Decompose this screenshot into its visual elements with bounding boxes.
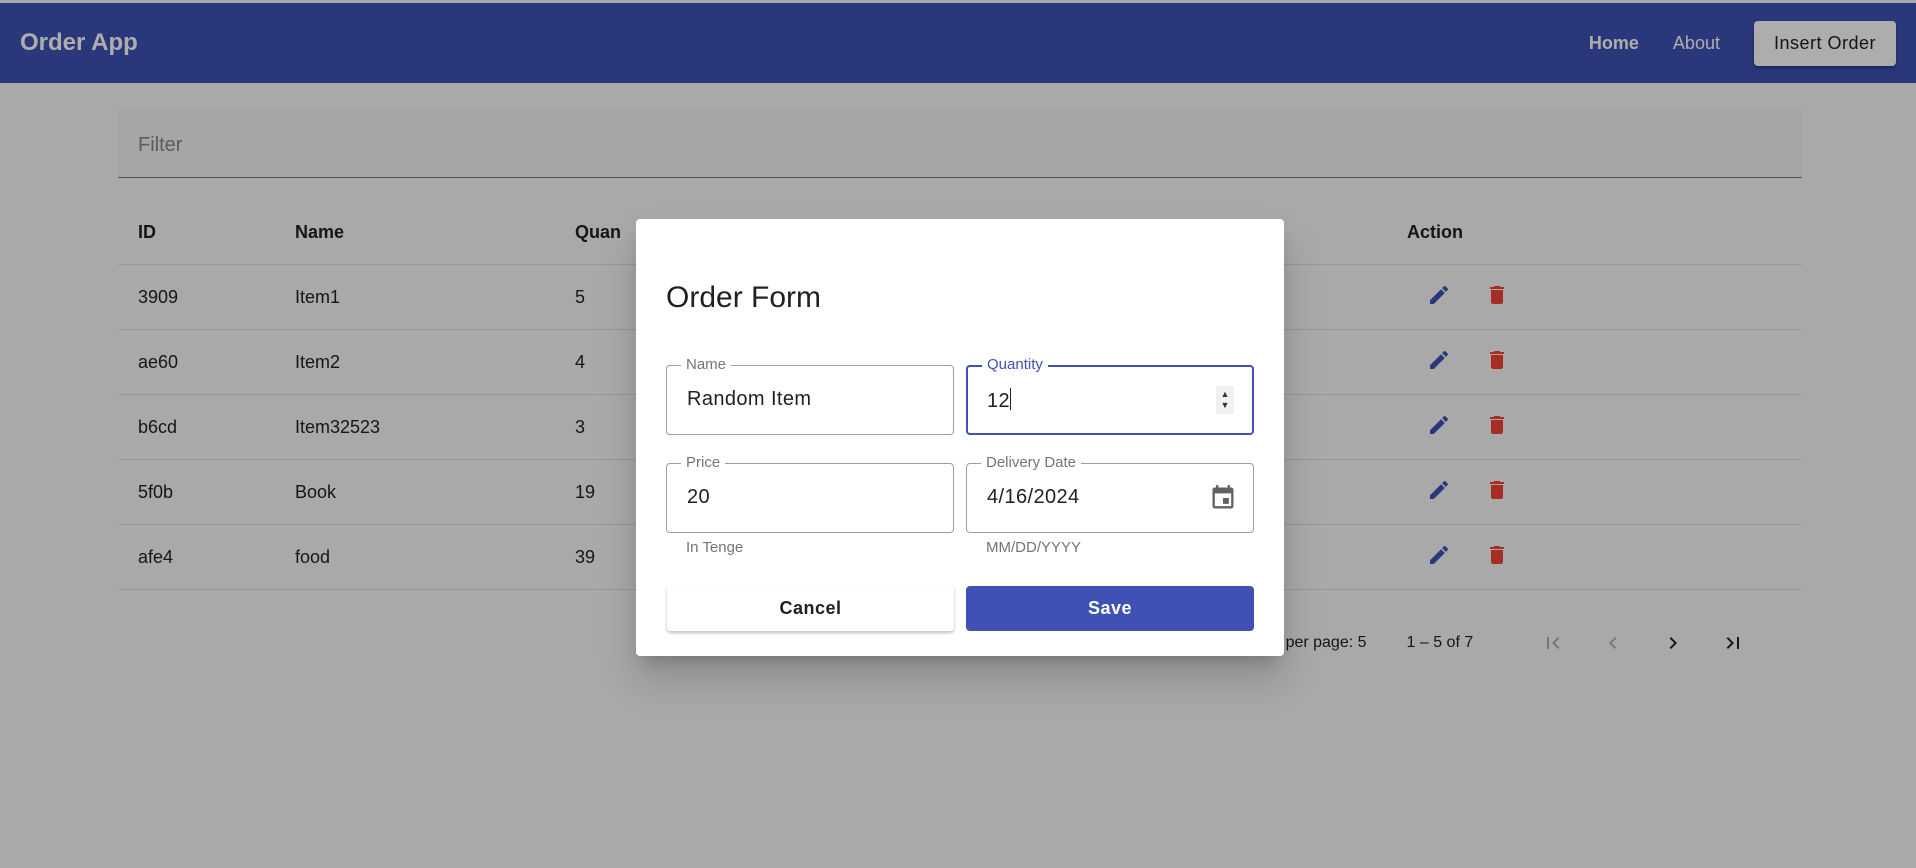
quantity-stepper[interactable]: ▲ ▼: [1216, 386, 1234, 414]
order-form-dialog: Order Form Name Random Item Quantity 12 …: [636, 219, 1284, 656]
quantity-field-label: Quantity: [982, 356, 1048, 374]
price-field-value: 20: [687, 486, 711, 508]
price-field[interactable]: Price 20: [666, 454, 954, 533]
delivery-date-field-value: 4/16/2024: [987, 486, 1080, 508]
name-field-value: Random Item: [687, 388, 812, 410]
delivery-date-hint: MM/DD/YYYY: [986, 539, 1082, 556]
dialog-title: Order Form: [666, 281, 822, 314]
delivery-date-field[interactable]: Delivery Date 4/16/2024: [966, 454, 1254, 533]
stepper-up-icon[interactable]: ▲: [1221, 389, 1230, 400]
name-field[interactable]: Name Random Item: [666, 356, 954, 435]
delivery-date-field-label: Delivery Date: [981, 454, 1082, 472]
text-caret: [1010, 388, 1012, 410]
calendar-icon[interactable]: [1209, 484, 1237, 517]
price-field-label: Price: [681, 454, 726, 472]
quantity-field-value: 12: [987, 390, 1011, 412]
cancel-button[interactable]: Cancel: [667, 586, 954, 631]
name-field-label: Name: [681, 356, 732, 374]
stepper-down-icon[interactable]: ▼: [1221, 400, 1230, 411]
quantity-field[interactable]: Quantity 12 ▲ ▼: [966, 356, 1254, 435]
price-hint: In Tenge: [686, 539, 744, 556]
save-button[interactable]: Save: [966, 586, 1254, 631]
